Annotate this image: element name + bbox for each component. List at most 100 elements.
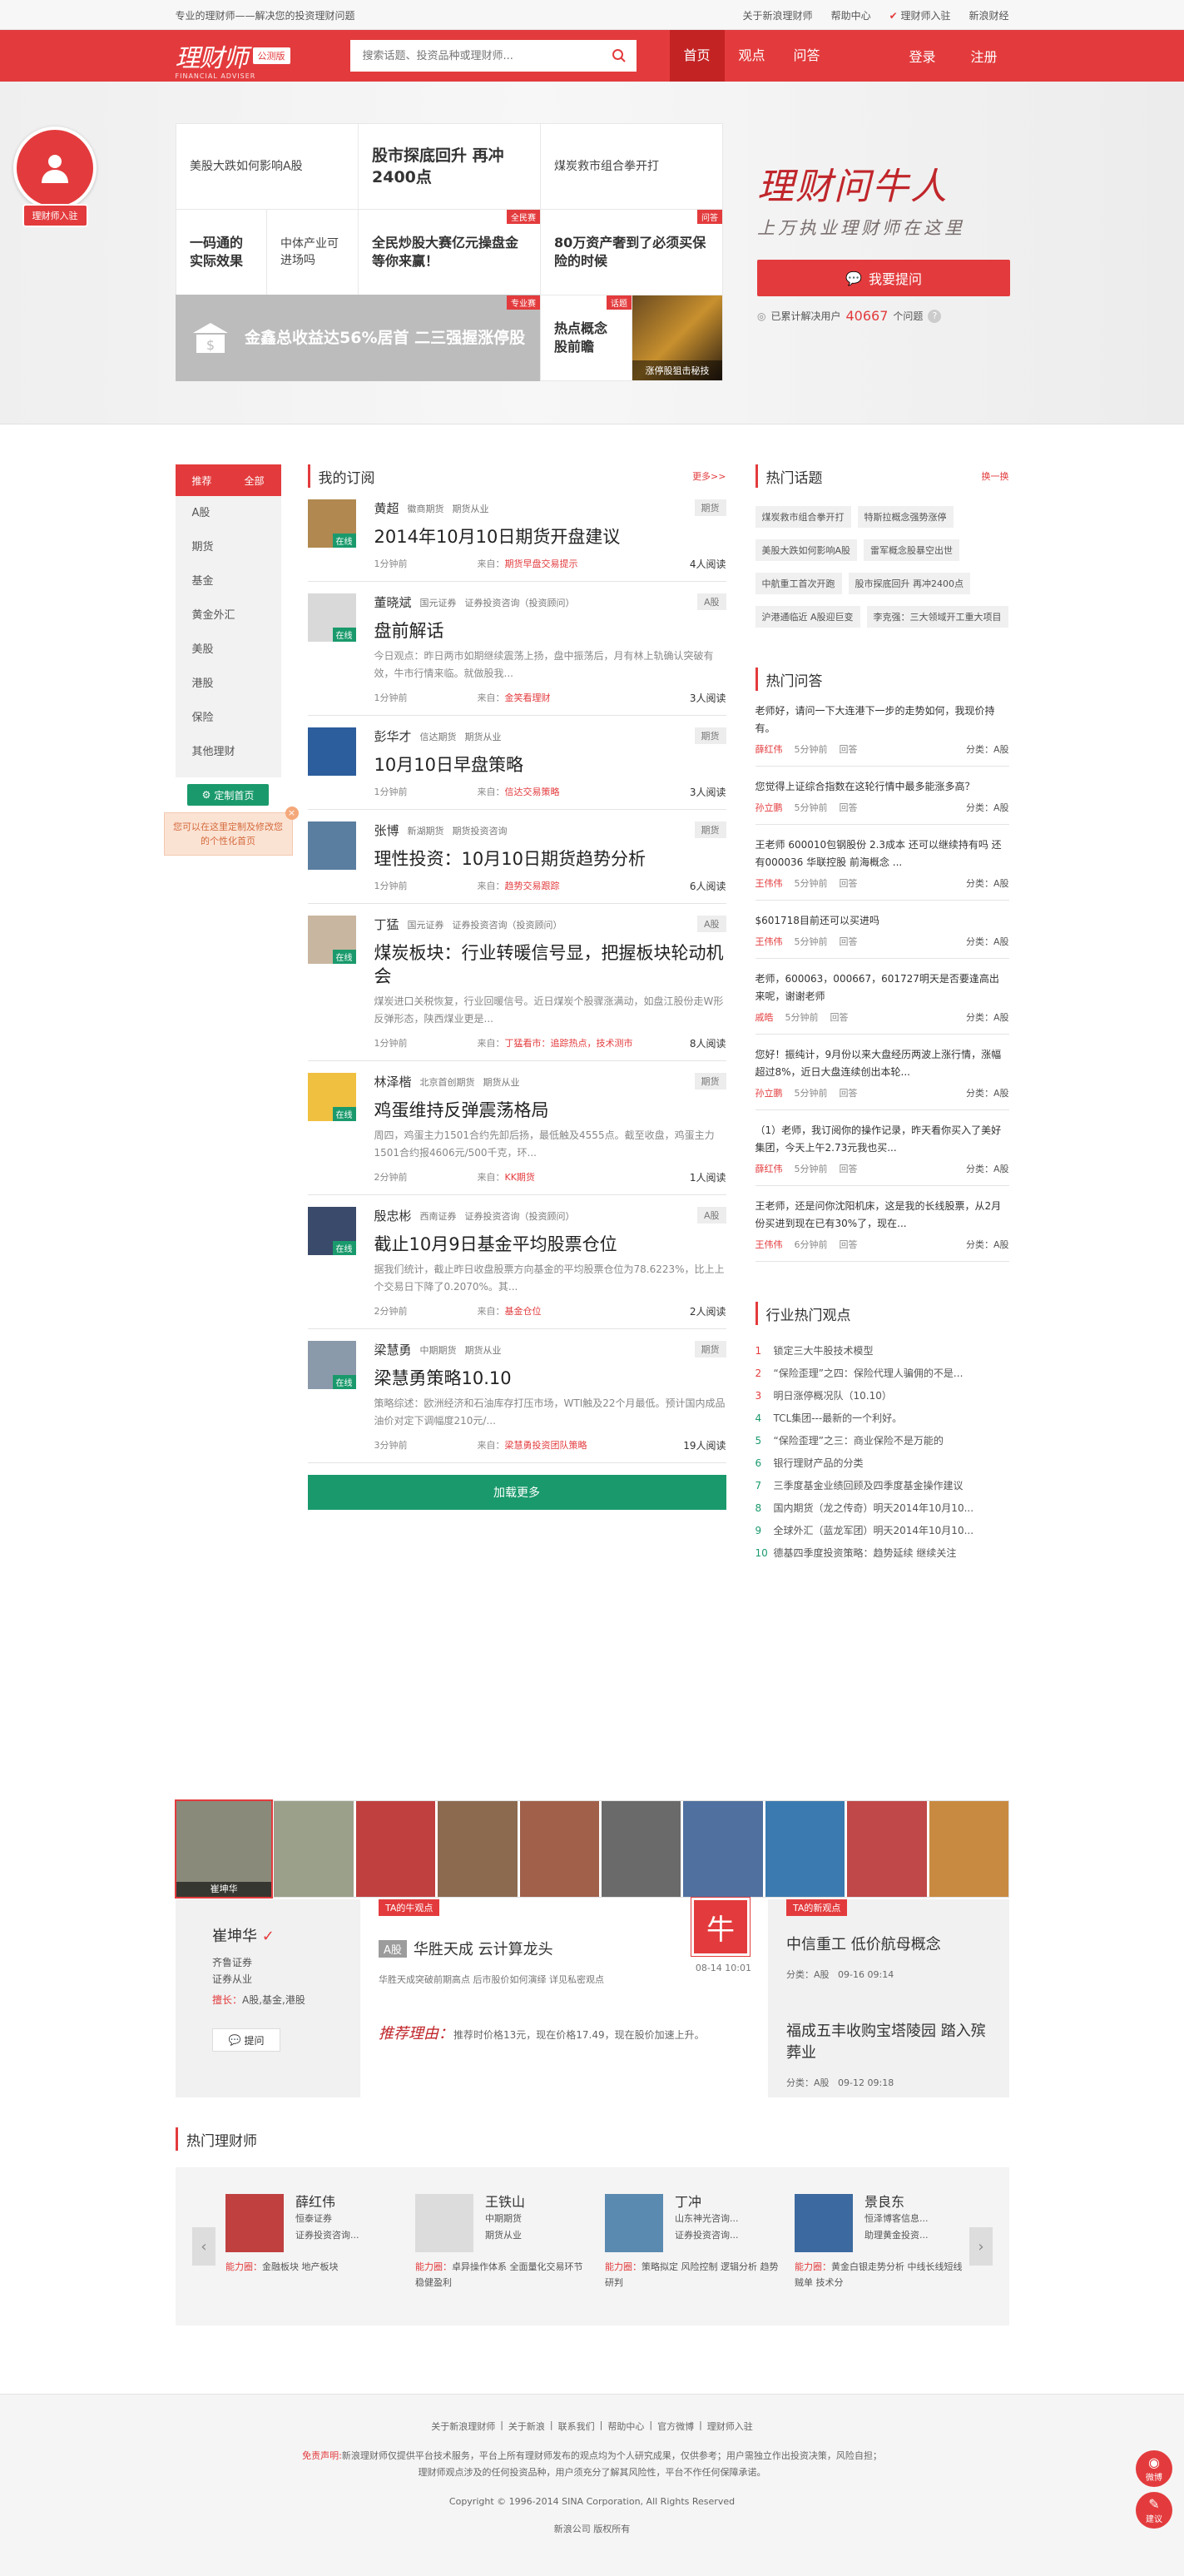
grid-cell-5[interactable]: 全民炒股大赛亿元操盘金等你来赢！ 全民赛 <box>358 209 541 295</box>
left-nav-item-funds[interactable]: 基金 <box>176 564 281 598</box>
expert-avatar[interactable] <box>847 1801 927 1897</box>
expert-ask-button[interactable]: 💬 提问 <box>212 2028 280 2052</box>
advisor-card[interactable]: 景良东 恒泽博客信息... 助理黄金投资... 能力圈：黄金白银走势分析 中线长线短线… <box>795 2194 969 2291</box>
avatar[interactable]: 在线 <box>307 499 356 548</box>
nav-all[interactable]: 全部 <box>244 474 264 488</box>
grid-cell-3[interactable]: 一码通的实际效果 <box>176 209 267 295</box>
nav-recommend[interactable]: 推荐 <box>192 474 212 488</box>
source-link[interactable]: 趋势交易跟踪 <box>505 881 560 891</box>
left-nav-item-futures[interactable]: 期货 <box>176 530 281 564</box>
feed-entry[interactable]: 期货 张博 新湖期货 期货投资咨询 理性投资：10月10日期货趋势分析 1分钟前 来自：趋势… <box>307 810 726 904</box>
avatar[interactable] <box>307 821 356 870</box>
new-view-item[interactable]: 福成五丰收购宝塔陵园 踏入殡葬业 分类：A股 09-12 09:18 <box>786 2021 991 2089</box>
feed-entry[interactable]: 在线 期货 梁慧勇 中期期货 期货从业 梁慧勇策略10.10 策略综述：欧洲经济和石油库存打… <box>307 1329 726 1463</box>
avatar[interactable]: 在线 <box>307 1341 356 1389</box>
qa-item[interactable]: 老师，600063，000667，601727明天是否要逢高出来呢，谢谢老师 戚皓… <box>755 959 1009 1035</box>
qa-item[interactable]: 您觉得上证综合指数在这轮行情中最多能涨多高？ 孙立鹏 5分钟前 回答 分类：A股 <box>755 767 1009 825</box>
hot-view-item[interactable]: 2 “保险歪理”之四：保险代理人骗佣的不是... <box>755 1362 1009 1385</box>
footer-link[interactable]: 联系我们 <box>558 2420 595 2433</box>
advisor-photo[interactable] <box>605 2194 663 2252</box>
ask-question-button[interactable]: 💬 我要提问 <box>757 260 1010 296</box>
avatar[interactable]: 在线 <box>307 593 356 642</box>
avatar[interactable]: 在线 <box>307 1207 356 1255</box>
expert-avatar[interactable] <box>601 1801 681 1897</box>
topics-refresh-link[interactable]: 换一换 <box>982 469 1009 483</box>
feed-entry[interactable]: 在线 期货 黄超 徽商期货 期货从业 2014年10月10日期货开盘建议 1分钟前 来自：期货… <box>307 488 726 582</box>
entry-title[interactable]: 煤炭板块：行业转暖信号显，把握板块轮动机会 <box>374 941 726 988</box>
expert-avatar[interactable] <box>765 1801 845 1897</box>
hot-view-item[interactable]: 10 德基四季度投资策略：趋势延续 继续关注 <box>755 1542 1009 1565</box>
entry-title[interactable]: 盘前解话 <box>374 619 726 643</box>
topic-tag[interactable]: 李克强：三大领域开工重大项目 <box>866 606 1008 628</box>
author-name[interactable]: 丁猛 <box>374 916 399 933</box>
hot-view-item[interactable]: 3 明日涨停概况队（10.10） <box>755 1385 1009 1407</box>
hot-view-item[interactable]: 4 TCL集团---最新的一个利好。 <box>755 1407 1009 1430</box>
avatar[interactable]: 在线 <box>307 1073 356 1121</box>
site-logo[interactable]: 理财师 FINANCIAL ADVISER 公测版 <box>176 37 339 80</box>
advisor-card[interactable]: 王铁山 中期期货 期货从业 能力圈：卓异操作体系 全面量化交易环节 稳健盈利 <box>415 2194 590 2291</box>
source-link[interactable]: 基金仓位 <box>505 1306 542 1317</box>
advisor-photo[interactable] <box>415 2194 473 2252</box>
hot-view-item[interactable]: 9 全球外汇（蓝龙军团）明天2014年10月10... <box>755 1520 1009 1542</box>
qa-answerer[interactable]: 薛红伟 <box>755 1162 783 1175</box>
qa-item[interactable]: 王老师，还是问你沈阳机床，这是我的长线股票，从2月份买进到现在已有30%了，现在… <box>755 1186 1009 1262</box>
left-nav-item-gold-fx[interactable]: 黄金外汇 <box>176 598 281 633</box>
entry-title[interactable]: 2014年10月10日期货开盘建议 <box>374 525 726 548</box>
topic-tag[interactable]: 中航重工首次开跑 <box>755 573 842 594</box>
load-more-button[interactable]: 加载更多 <box>307 1475 726 1510</box>
weibo-float-button[interactable]: ◉ 微博 <box>1136 2450 1172 2487</box>
expert-avatar[interactable]: 崔坤华 <box>174 1799 274 1898</box>
close-icon[interactable]: × <box>285 807 299 820</box>
help-icon[interactable]: ? <box>928 309 942 323</box>
search-input[interactable] <box>350 41 602 71</box>
hot-view-item[interactable]: 1 锁定三大牛股技术模型 <box>755 1340 1009 1362</box>
author-name[interactable]: 梁慧勇 <box>374 1341 412 1358</box>
login-link[interactable]: 登录 <box>909 46 935 66</box>
entry-title[interactable]: 梁慧勇策略10.10 <box>374 1367 726 1390</box>
source-link[interactable]: 信达交易策略 <box>505 787 560 797</box>
author-name[interactable]: 彭华才 <box>374 727 412 745</box>
nav-home[interactable]: 首页 <box>669 30 725 82</box>
topic-tag[interactable]: 雷军概念股暴空出世 <box>864 539 960 561</box>
footer-link[interactable]: 理财师入驻 <box>707 2420 753 2433</box>
entry-title[interactable]: 鸡蛋维持反弹震荡格局 <box>374 1099 726 1122</box>
author-name[interactable]: 张博 <box>374 821 399 839</box>
left-nav-item-ashare[interactable]: A股 <box>176 496 281 530</box>
advisor-name[interactable]: 景良东 <box>864 2194 929 2211</box>
link-join[interactable]: ✔ 理财师入驻 <box>889 8 951 22</box>
qa-item[interactable]: 老师好，请问一下大连港下一步的走势如何，我现价持有。 薛红伟 5分钟前 回答 分类：A股 <box>755 691 1009 767</box>
grid-cell-2[interactable]: 煤炭救市组合拳开打 <box>540 123 723 210</box>
expert-avatar[interactable] <box>683 1801 763 1897</box>
author-name[interactable]: 董晓斌 <box>374 593 412 611</box>
grid-cell-0[interactable]: 美股大跌如何影响A股 <box>176 123 359 210</box>
source-link[interactable]: KK期货 <box>505 1172 535 1183</box>
topic-tag[interactable]: 煤炭救市组合拳开打 <box>755 506 851 528</box>
hot-view-item[interactable]: 8 国内期货（龙之传奇）明天2014年10月10... <box>755 1497 1009 1520</box>
advisor-name[interactable]: 王铁山 <box>485 2194 525 2211</box>
advisor-photo[interactable] <box>225 2194 284 2252</box>
grid-cell-6[interactable]: 80万资产奢到了必须买保险的时候 问答 <box>540 209 723 295</box>
avatar[interactable]: 在线 <box>307 916 356 964</box>
footer-link[interactable]: 关于新浪理财师 <box>431 2420 495 2433</box>
advisor-name[interactable]: 薛红伟 <box>295 2194 359 2211</box>
topic-tag[interactable]: 股市探底回升 再冲2400点 <box>848 573 970 594</box>
qa-item[interactable]: 王老师 600010包钢股份 2.3成本 还可以继续持有吗 还有000036 华… <box>755 825 1009 901</box>
link-about[interactable]: 关于新浪理财师 <box>743 8 813 22</box>
feedback-float-button[interactable]: ✎ 建议 <box>1136 2492 1172 2529</box>
footer-link[interactable]: 关于新浪 <box>508 2420 545 2433</box>
advisor-photo[interactable] <box>795 2194 853 2252</box>
qa-answerer[interactable]: 薛红伟 <box>755 742 783 756</box>
qa-answerer[interactable]: 戚皓 <box>755 1010 774 1024</box>
link-sina-finance[interactable]: 新浪财经 <box>969 8 1008 22</box>
feed-more-link[interactable]: 更多>> <box>692 469 726 483</box>
expert-avatar[interactable] <box>929 1801 1008 1897</box>
author-name[interactable]: 黄超 <box>374 499 399 517</box>
expert-avatar[interactable] <box>355 1801 436 1897</box>
left-nav-item-insurance[interactable]: 保险 <box>176 701 281 735</box>
expert-avatar[interactable] <box>274 1801 354 1897</box>
qa-item[interactable]: （1）老师，我订阅你的操作记录，昨天看你买入了美好集团，今天上午2.73元我也买… <box>755 1110 1009 1186</box>
join-advisor-button[interactable]: 理财师入驻 <box>13 127 97 227</box>
feed-entry[interactable]: 在线 期货 林泽楷 北京首创期货 期货从业 鸡蛋维持反弹震荡格局 周四，鸡蛋主力1501合约… <box>307 1061 726 1195</box>
new-view-item[interactable]: 中信重工 低价航母概念 分类：A股 09-16 09:14 <box>786 1934 991 1981</box>
feed-entry[interactable]: 在线 A股 殷忠彬 西南证券 证券投资咨询（投资顾问） 截止10月9日基金平均股票仓位 据我… <box>307 1195 726 1329</box>
